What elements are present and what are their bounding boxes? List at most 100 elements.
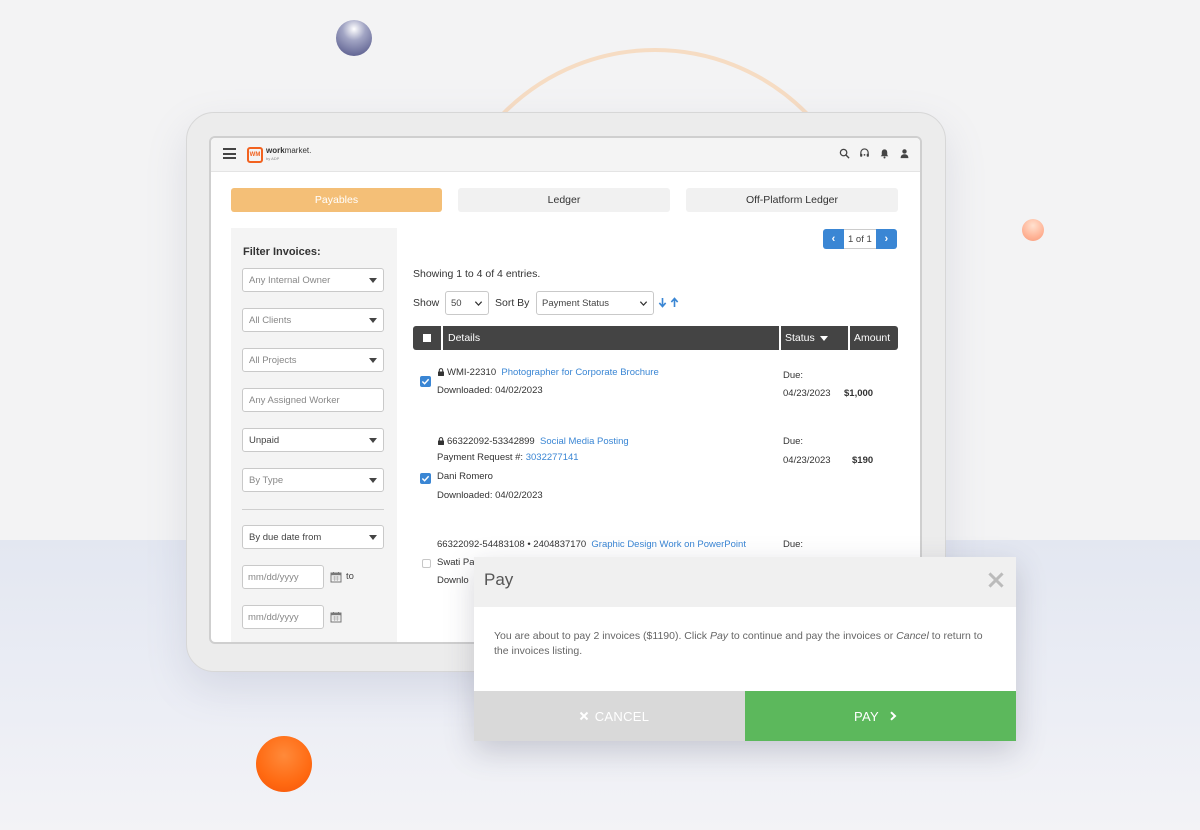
downloaded-date: Downloaded: 04/02/2023 — [437, 490, 543, 501]
menu-icon[interactable] — [223, 148, 236, 159]
pagination: ‹ 1 of 1 › — [823, 229, 897, 249]
decorative-dot-peach — [1022, 219, 1044, 241]
select-all-checkbox[interactable] — [413, 326, 441, 350]
row-checkbox[interactable] — [420, 473, 431, 484]
cancel-button-label: CANCEL — [594, 708, 650, 724]
table-header: Details Status Amount — [413, 326, 898, 350]
pay-modal: Pay You are about to pay 2 invoices ($11… — [474, 557, 1016, 741]
chevron-down-icon — [369, 358, 377, 363]
worker-name: Dani Romero — [437, 471, 493, 482]
projects-value: All Projects — [249, 354, 297, 366]
modal-message: You are about to pay 2 invoices ($1190).… — [494, 629, 1000, 659]
page-size-select[interactable]: 50 — [445, 291, 489, 315]
due-date: 04/23/2023 — [783, 388, 831, 399]
worker-name: Swati Pa — [437, 557, 475, 568]
type-select[interactable]: By Type — [242, 468, 384, 492]
invoice-title-link[interactable]: Social Media Posting — [540, 436, 629, 447]
invoice-id: 66322092-53342899 — [447, 436, 535, 447]
status-value: Unpaid — [249, 434, 280, 446]
tab-payables[interactable]: Payables — [231, 188, 442, 212]
clients-select[interactable]: All Clients — [242, 308, 384, 332]
invoice-id: 66322092-54483108 • 2404837170 — [437, 539, 587, 550]
logo-text: workmarket. by ADP — [266, 147, 311, 163]
sort-caret-icon — [819, 335, 828, 341]
show-label: Show — [413, 297, 440, 309]
column-status[interactable]: Status — [781, 326, 848, 350]
chevron-down-icon — [369, 438, 377, 443]
table-row: 66322092-54483108 • 2404837170 Graphic D… — [437, 539, 746, 550]
payment-request-link[interactable]: 3032277141 — [526, 452, 579, 463]
due-date: 04/23/2023 — [783, 455, 831, 466]
close-icon — [579, 711, 588, 721]
prev-page-button[interactable]: ‹ — [823, 229, 844, 249]
internal-owner-value: Any Internal Owner — [249, 274, 331, 286]
modal-message-part: to continue and pay the invoices or — [728, 630, 897, 642]
sort-select[interactable]: Payment Status — [536, 291, 654, 315]
row-checkbox[interactable] — [420, 376, 431, 387]
modal-message-pay: Pay — [709, 630, 729, 642]
clients-value: All Clients — [249, 314, 292, 326]
invoice-amount: $190 — [852, 455, 874, 466]
column-details[interactable]: Details — [443, 326, 779, 350]
date-to-label: to — [346, 571, 354, 582]
next-page-button[interactable]: › — [875, 229, 897, 249]
chevron-right-icon — [890, 711, 897, 721]
brand-name-rest: market. — [284, 146, 312, 155]
projects-select[interactable]: All Projects — [242, 348, 384, 372]
payment-request: Payment Request #: 3032277141 — [437, 452, 579, 463]
modal-message-cancel: Cancel — [896, 630, 929, 642]
sidebar-divider — [242, 509, 384, 510]
due-label: Due: — [783, 370, 804, 381]
cancel-button[interactable]: CANCEL — [474, 691, 745, 741]
calendar-icon[interactable] — [330, 611, 342, 623]
sort-ascending-icon[interactable] — [670, 297, 679, 308]
invoice-title-link[interactable]: Graphic Design Work on PowerPoint — [591, 539, 746, 550]
invoice-amount: $1,000 — [844, 388, 874, 399]
tab-ledger[interactable]: Ledger — [458, 188, 670, 212]
chevron-down-icon — [369, 318, 377, 323]
top-icons — [839, 148, 910, 159]
entries-summary: Showing 1 to 4 of 4 entries. — [413, 268, 541, 280]
page-indicator: 1 of 1 — [844, 229, 876, 249]
lock-icon — [438, 437, 444, 445]
lock-icon — [438, 368, 444, 376]
type-value: By Type — [249, 474, 284, 486]
sort-label: Sort By — [495, 297, 530, 309]
sort-descending-icon[interactable] — [658, 297, 667, 308]
brand-logo[interactable]: WM workmarket. by ADP — [247, 145, 311, 165]
decorative-dot-purple — [336, 20, 372, 56]
search-icon[interactable] — [839, 148, 850, 159]
tab-off-platform-ledger[interactable]: Off-Platform Ledger — [686, 188, 898, 212]
assigned-worker-input[interactable]: Any Assigned Worker — [242, 388, 384, 412]
due-date-select[interactable]: By due date from — [242, 525, 384, 549]
invoice-title-link[interactable]: Photographer for Corporate Brochure — [501, 367, 658, 378]
pay-button-label: PAY — [854, 708, 879, 724]
calendar-icon[interactable] — [330, 571, 342, 583]
support-icon[interactable] — [859, 148, 870, 159]
due-date-value: By due date from — [249, 531, 322, 543]
date-from-input[interactable]: mm/dd/yyyy — [242, 565, 324, 589]
filter-title: Filter Invoices: — [243, 246, 321, 258]
chevron-down-icon — [639, 301, 648, 307]
top-bar: WM workmarket. by ADP — [211, 138, 920, 172]
status-select[interactable]: Unpaid — [242, 428, 384, 452]
chevron-down-icon — [369, 278, 377, 283]
chevron-down-icon — [474, 301, 483, 307]
user-icon[interactable] — [899, 148, 910, 159]
due-label: Due: — [783, 539, 804, 550]
table-row: WMI-22310 Photographer for Corporate Bro… — [437, 367, 659, 378]
row-checkbox[interactable] — [422, 559, 431, 568]
column-amount[interactable]: Amount — [850, 326, 898, 350]
page-size-value: 50 — [451, 297, 462, 309]
assigned-worker-placeholder: Any Assigned Worker — [249, 394, 340, 406]
brand-name-strong: work — [266, 146, 285, 155]
date-to-input[interactable]: mm/dd/yyyy — [242, 605, 324, 629]
close-icon[interactable] — [988, 572, 1004, 588]
pay-button[interactable]: PAY — [745, 691, 1016, 741]
filter-sidebar: Filter Invoices: Any Internal Owner All … — [231, 228, 397, 642]
bell-icon[interactable] — [879, 148, 890, 159]
invoice-id: WMI-22310 — [447, 367, 497, 378]
column-status-label: Status — [785, 332, 815, 344]
downloaded-date: Downloaded: 04/02/2023 — [437, 385, 543, 396]
internal-owner-select[interactable]: Any Internal Owner — [242, 268, 384, 292]
